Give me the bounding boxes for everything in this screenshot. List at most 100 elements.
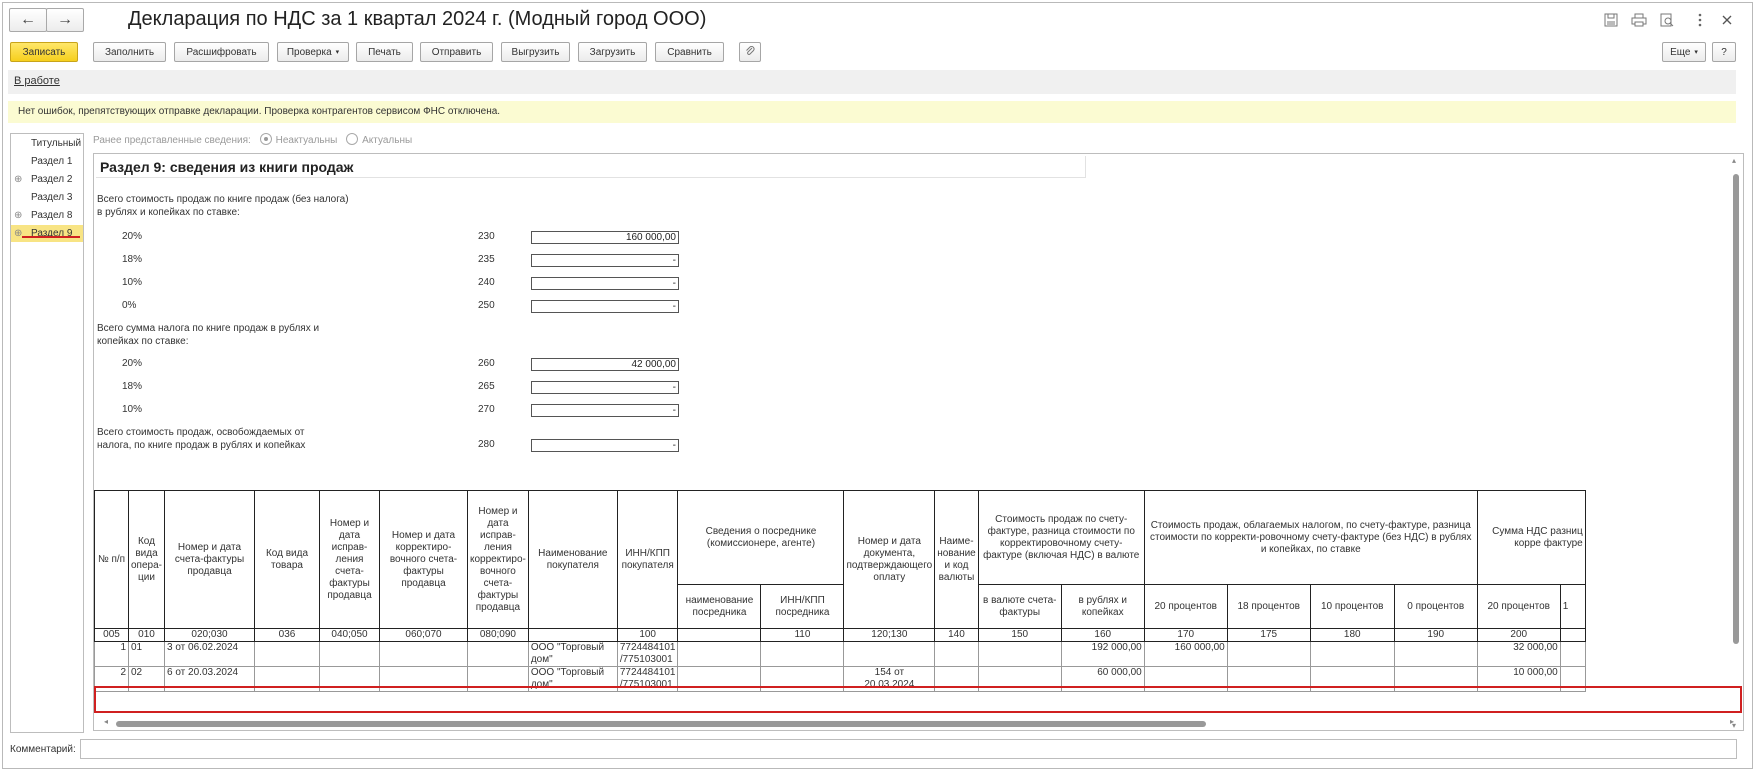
- sidebar-item-label: Раздел 9: [31, 228, 73, 239]
- value-field[interactable]: -: [531, 300, 679, 313]
- value-field[interactable]: 42 000,00: [531, 358, 679, 371]
- sales-label-line-1: Всего стоимость продаж по книге продаж (…: [97, 194, 349, 205]
- tax-label-line-2: копейках по ставке:: [97, 336, 189, 347]
- horizontal-scrollbar[interactable]: ◂ ▸: [104, 717, 1734, 729]
- code-cell: 100: [616, 628, 679, 642]
- preview-icon[interactable]: [1657, 10, 1677, 30]
- comment-label: Комментарий:: [10, 744, 76, 755]
- header-vat20: 20 процентов: [1476, 584, 1561, 629]
- value-field[interactable]: -: [531, 277, 679, 290]
- cell-empty: [319, 641, 380, 667]
- scroll-left-icon[interactable]: ◂: [104, 717, 108, 726]
- cell-empty: [1226, 641, 1311, 667]
- inn-line-1: 7724484101: [619, 667, 676, 679]
- expand-icon[interactable]: ⊕: [14, 171, 22, 188]
- cell-rub: 60 000,00: [1060, 666, 1145, 692]
- forward-button[interactable]: →: [46, 8, 84, 32]
- header-corr-invoice: Номер и дата исправ-ления счета-фактуры …: [319, 490, 380, 629]
- sidebar-item-section-1[interactable]: Раздел 1: [11, 153, 83, 170]
- code-cell: 036: [254, 628, 320, 642]
- rate-label: 20%: [122, 231, 143, 242]
- print-button[interactable]: Печать: [356, 42, 413, 62]
- sidebar-item-section-2[interactable]: ⊕ Раздел 2: [11, 171, 83, 188]
- chevron-down-icon: ▾: [335, 49, 340, 56]
- value-field[interactable]: 160 000,00: [531, 231, 679, 244]
- sidebar-item-title[interactable]: Титульный: [11, 135, 83, 152]
- check-dropdown-button[interactable]: Проверка ▾: [277, 42, 349, 62]
- header-in-currency: в валюте счета-фактуры: [977, 584, 1062, 629]
- header-buyer: Наименование покупателя: [527, 490, 618, 629]
- expand-icon[interactable]: ⊕: [14, 207, 22, 224]
- status-link[interactable]: В работе: [14, 75, 60, 87]
- cell-p20: 160 000,00: [1143, 641, 1228, 667]
- cell-n: 1: [94, 641, 129, 667]
- cell-empty: [379, 666, 468, 692]
- value-field[interactable]: -: [531, 254, 679, 267]
- header-p20: 20 процентов: [1143, 584, 1228, 629]
- scroll-up-icon[interactable]: ▴: [1732, 156, 1736, 165]
- header-agent: Сведения о посреднике (комиссионере, аге…: [677, 490, 845, 585]
- back-button[interactable]: ←: [9, 8, 47, 32]
- save-button[interactable]: Записать: [10, 42, 78, 62]
- scroll-right-icon[interactable]: ▸: [1730, 717, 1734, 726]
- table-row[interactable]: 2 02 6 от 20.03.2024 ООО "Торговый дом" 7…: [94, 666, 1586, 692]
- rate-label: 18%: [122, 254, 143, 265]
- horizontal-scroll-thumb[interactable]: [116, 721, 1206, 727]
- payment-line-2: 20.03.2024: [864, 679, 915, 690]
- code-cell: 020;030: [164, 628, 255, 642]
- sales-label-line-2: в рублях и копейках по ставке:: [97, 207, 240, 218]
- line-code: 280: [478, 439, 495, 450]
- compare-button[interactable]: Сравнить: [655, 42, 724, 62]
- code-cell: [527, 628, 618, 642]
- table-row[interactable]: 1 01 3 от 06.02.2024 ООО "Торговый дом" 7…: [94, 641, 1586, 667]
- print-icon[interactable]: [1629, 10, 1649, 30]
- header-p0: 0 процентов: [1393, 584, 1478, 629]
- more-dropdown-button[interactable]: Еще ▾: [1662, 42, 1706, 62]
- radio-outdated[interactable]: [259, 133, 272, 145]
- rate-label: 10%: [122, 404, 143, 415]
- tax-label: Всего сумма налога по книге продаж в руб…: [97, 322, 319, 348]
- send-button[interactable]: Отправить: [420, 42, 493, 62]
- header-corr-adj-invoice: Номер и дата исправ-ления корректиро-воч…: [467, 490, 529, 629]
- attach-button[interactable]: [739, 42, 761, 62]
- decode-button[interactable]: Расшифровать: [174, 42, 269, 62]
- cell-empty: [1393, 641, 1478, 667]
- header-cost-incl-vat: Стоимость продаж по счету-фактуре, разни…: [977, 490, 1145, 585]
- vertical-scroll-thumb[interactable]: [1733, 174, 1739, 644]
- comment-field[interactable]: [80, 739, 1737, 759]
- section-sidebar: Титульный Раздел 1 ⊕ Раздел 2 Раздел 3 ⊕ Р…: [10, 133, 84, 733]
- line-code: 270: [478, 404, 495, 415]
- radio-actual[interactable]: [346, 133, 359, 145]
- sales-book-table: № п/п Код вида опера-ции Номер и дата сч…: [94, 490, 1586, 692]
- more-icon[interactable]: [1690, 10, 1710, 30]
- close-icon[interactable]: [1717, 10, 1737, 30]
- line-code: 240: [478, 277, 495, 288]
- save-icon[interactable]: [1601, 10, 1621, 30]
- sidebar-item-section-8[interactable]: ⊕ Раздел 8: [11, 207, 83, 224]
- export-button[interactable]: Выгрузить: [501, 42, 570, 62]
- rate-label: 0%: [122, 300, 137, 311]
- sidebar-item-section-3[interactable]: Раздел 3: [11, 189, 83, 206]
- import-button[interactable]: Загрузить: [578, 42, 647, 62]
- cell-payment: [843, 641, 936, 667]
- expand-icon[interactable]: ⊕: [14, 225, 22, 242]
- tax-label-line-1: Всего сумма налога по книге продаж в руб…: [97, 323, 320, 334]
- sidebar-item-section-9[interactable]: ⊕ Раздел 9: [11, 225, 83, 242]
- fill-button[interactable]: Заполнить: [93, 42, 166, 62]
- code-cell: [1559, 628, 1586, 642]
- line-code: 260: [478, 358, 495, 369]
- value-field[interactable]: -: [531, 404, 679, 417]
- arrow-left-icon: ←: [20, 11, 36, 28]
- vertical-scrollbar[interactable]: ▴ ▾: [1731, 156, 1741, 730]
- cell-buyer: ООО "Торговый дом": [527, 641, 618, 667]
- cell-empty: [467, 666, 529, 692]
- value-field[interactable]: -: [531, 439, 679, 452]
- line-code: 250: [478, 300, 495, 311]
- code-cell: 080;090: [467, 628, 529, 642]
- radio-outdated-label: Неактуальны: [275, 135, 338, 146]
- cell-empty: [760, 666, 845, 692]
- help-button[interactable]: ?: [1712, 42, 1736, 62]
- value-field[interactable]: -: [531, 381, 679, 394]
- cell-empty: [677, 641, 762, 667]
- header-taxable: Стоимость продаж, облагаемых налогом, по…: [1143, 490, 1478, 585]
